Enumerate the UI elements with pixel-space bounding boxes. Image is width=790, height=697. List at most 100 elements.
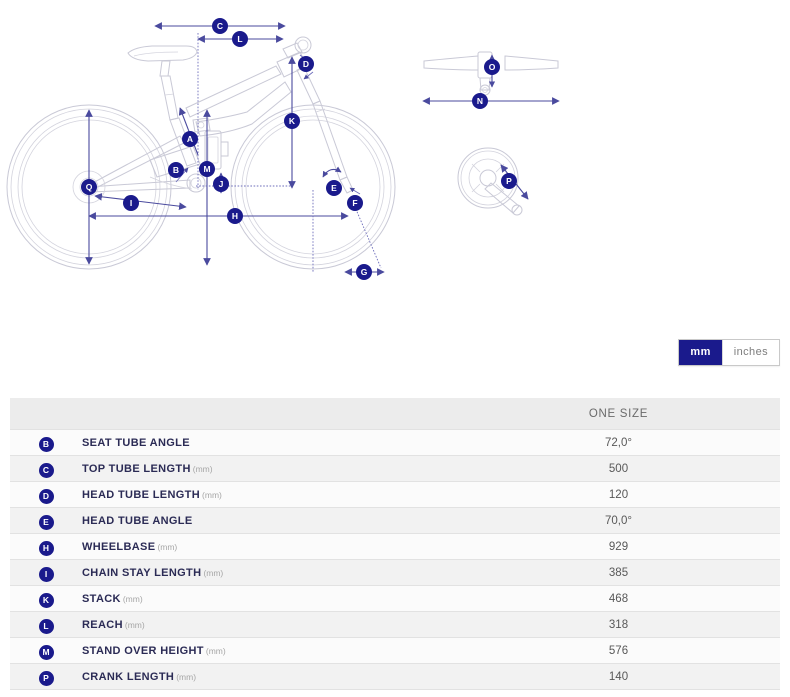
row-badge-cell: H: [10, 533, 82, 560]
row-label-cell: HEAD TUBE LENGTH (mm): [82, 481, 457, 508]
row-unit-suffix: (mm): [176, 671, 197, 682]
row-label-cell: REACH (mm): [82, 611, 457, 638]
svg-text:G: G: [361, 267, 368, 277]
row-badge-cell: C: [10, 455, 82, 482]
diagram-marker-C: C: [212, 18, 228, 34]
row-badge: E: [38, 514, 54, 530]
diagram-marker-B: B: [168, 162, 184, 178]
header-label-col: [82, 398, 457, 430]
row-unit-suffix: (mm): [205, 645, 226, 656]
row-value-cell: 468: [457, 585, 780, 612]
table-row: P CRANK LENGTH (mm) 140: [10, 663, 780, 690]
dimension-annotations: [85, 22, 385, 276]
geometry-table-body: B SEAT TUBE ANGLE 72,0° C TOP TUBE LENGTH (mm…: [10, 429, 780, 690]
row-badge: K: [38, 592, 54, 608]
row-label-cell: STAND OVER HEIGHT (mm): [82, 637, 457, 664]
row-badge-cell: M: [10, 637, 82, 664]
diagram-marker-J: J: [213, 176, 229, 192]
row-badge: C: [38, 462, 54, 478]
row-unit-suffix: (mm): [202, 489, 222, 500]
row-label: STAND OVER HEIGHT: [82, 644, 204, 657]
table-row: C TOP TUBE LENGTH (mm) 500: [10, 455, 780, 482]
row-badge-cell: E: [10, 507, 82, 534]
diagram-marker-O: O: [484, 59, 500, 75]
diagram-marker-L: L: [232, 31, 248, 47]
row-value-cell: 318: [457, 611, 780, 638]
bike-geometry-diagram: A B C D E F G H I J K L M Q N O P: [0, 0, 790, 300]
row-label: HEAD TUBE ANGLE: [82, 514, 193, 527]
svg-text:O: O: [489, 62, 496, 72]
diagram-marker-I: I: [123, 195, 139, 211]
row-unit-suffix: (mm): [157, 541, 178, 552]
unit-toggle[interactable]: mm inches: [678, 339, 780, 366]
row-label: STACK: [82, 592, 121, 605]
svg-text:L: L: [237, 34, 242, 44]
table-row: B SEAT TUBE ANGLE 72,0°: [10, 429, 780, 456]
row-value-cell: 120: [457, 481, 780, 508]
unit-option-mm[interactable]: mm: [679, 340, 722, 365]
svg-text:D: D: [303, 59, 309, 69]
row-badge-cell: I: [10, 559, 82, 586]
row-badge: I: [38, 566, 54, 582]
row-badge-cell: K: [10, 585, 82, 612]
row-unit-suffix: (mm): [192, 463, 213, 474]
svg-text:B: B: [173, 165, 179, 175]
diagram-marker-M: M: [199, 161, 215, 177]
row-unit-suffix: (mm): [122, 593, 143, 604]
row-value-cell: 70,0°: [457, 507, 780, 534]
svg-text:E: E: [331, 183, 337, 193]
row-unit-suffix: (mm): [124, 619, 145, 630]
svg-text:F: F: [352, 198, 357, 208]
row-badge: H: [38, 540, 54, 556]
svg-text:Q: Q: [86, 182, 93, 192]
row-badge-cell: B: [10, 429, 82, 456]
diagram-marker-F: F: [347, 195, 363, 211]
row-label-cell: CRANK LENGTH (mm): [82, 663, 457, 690]
svg-text:A: A: [187, 134, 193, 144]
table-row: I CHAIN STAY LENGTH (mm) 385: [10, 559, 780, 586]
row-badge: P: [38, 670, 54, 686]
table-row: D HEAD TUBE LENGTH (mm) 120: [10, 481, 780, 508]
diagram-marker-E: E: [326, 180, 342, 196]
row-value-cell: 929: [457, 533, 780, 560]
row-value-cell: 500: [457, 455, 780, 482]
unit-option-inches[interactable]: inches: [721, 340, 779, 365]
table-row: M STAND OVER HEIGHT (mm) 576: [10, 637, 780, 664]
row-badge: D: [38, 488, 54, 504]
header-size-col: ONE SIZE: [457, 398, 780, 430]
svg-text:I: I: [130, 198, 132, 208]
svg-text:H: H: [232, 211, 238, 221]
diagram-marker-D: D: [298, 56, 314, 72]
diagram-marker-G: G: [356, 264, 372, 280]
diagram-marker-A: A: [182, 131, 198, 147]
bike-side-view-outline: [6, 36, 396, 270]
svg-text:N: N: [477, 96, 483, 106]
row-value-cell: 72,0°: [457, 429, 780, 456]
header-badge-col: [10, 398, 82, 430]
row-label-cell: HEAD TUBE ANGLE: [82, 507, 457, 534]
table-header-row: ONE SIZE: [10, 398, 780, 430]
svg-text:P: P: [506, 176, 512, 186]
svg-text:J: J: [219, 179, 224, 189]
row-label: SEAT TUBE ANGLE: [82, 436, 190, 449]
row-unit-suffix: (mm): [203, 567, 224, 578]
row-value-cell: 385: [457, 559, 780, 586]
diagram-marker-N: N: [472, 93, 488, 109]
row-label-cell: STACK (mm): [82, 585, 457, 612]
row-badge: L: [38, 618, 54, 634]
row-label: HEAD TUBE LENGTH: [82, 488, 201, 501]
side-view-marker-badges: A B C D E F G H I J K L M Q N O P: [81, 18, 517, 280]
row-label-cell: SEAT TUBE ANGLE: [82, 429, 457, 456]
row-label-cell: WHEELBASE (mm): [82, 533, 457, 560]
crankset-view: [457, 147, 529, 216]
table-row: K STACK (mm) 468: [10, 585, 780, 612]
diagram-marker-P: P: [501, 173, 517, 189]
diagram-marker-K: K: [284, 113, 300, 129]
diagram-marker-Q: Q: [81, 179, 97, 195]
svg-text:C: C: [217, 21, 223, 31]
row-value-cell: 140: [457, 663, 780, 690]
svg-text:M: M: [203, 164, 210, 174]
row-label-cell: CHAIN STAY LENGTH (mm): [82, 559, 457, 586]
row-badge-cell: L: [10, 611, 82, 638]
row-badge: M: [38, 644, 54, 660]
